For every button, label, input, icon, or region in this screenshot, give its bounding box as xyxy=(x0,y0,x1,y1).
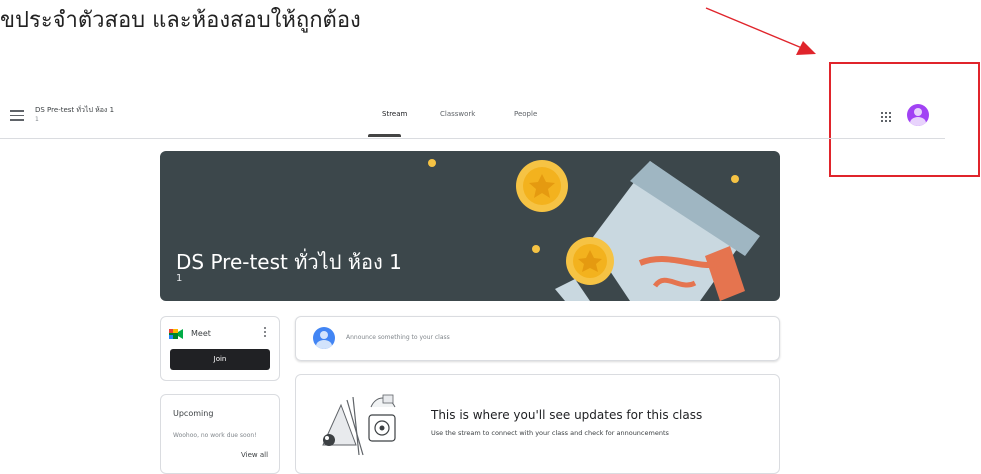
classroom-header: DS Pre-test ทั่วไป ห้อง 1 1 Stream Class… xyxy=(0,96,945,139)
tab-stream[interactable]: Stream xyxy=(382,110,407,118)
active-tab-indicator xyxy=(368,134,401,137)
upcoming-card: Upcoming Woohoo, no work due soon! View … xyxy=(160,394,280,474)
join-button[interactable]: Join xyxy=(170,349,270,370)
more-vert-icon[interactable] xyxy=(263,327,267,339)
hamburger-menu-icon[interactable] xyxy=(10,110,24,122)
google-apps-grid-icon[interactable] xyxy=(881,112,891,122)
tab-classwork[interactable]: Classwork xyxy=(440,110,475,118)
meet-label: Meet xyxy=(191,329,211,338)
class-section: 1 xyxy=(35,116,39,123)
updates-title: This is where you'll see updates for thi… xyxy=(431,408,703,422)
banner-class-title: DS Pre-test ทั่วไป ห้อง 1 xyxy=(176,250,402,274)
instruction-caption: ขประจำตัวสอบ และห้องสอบให้ถูกต้อง xyxy=(0,8,361,33)
stream-illustration xyxy=(322,394,396,456)
meet-card: Meet Join xyxy=(160,316,280,381)
stream-empty-state: This is where you'll see updates for thi… xyxy=(295,374,780,474)
graduation-illustration xyxy=(428,159,760,301)
tab-people[interactable]: People xyxy=(514,110,537,118)
banner-section: 1 xyxy=(176,273,183,284)
updates-subtitle: Use the stream to connect with your clas… xyxy=(431,429,669,437)
announce-placeholder[interactable]: Announce something to your class xyxy=(346,334,450,341)
upcoming-title: Upcoming xyxy=(173,409,214,418)
upcoming-status: Woohoo, no work due soon! xyxy=(173,432,257,439)
user-avatar-icon xyxy=(313,327,335,349)
announce-box[interactable]: Announce something to your class xyxy=(295,316,780,361)
google-meet-icon xyxy=(169,329,183,339)
class-name[interactable]: DS Pre-test ทั่วไป ห้อง 1 xyxy=(35,105,114,116)
view-all-link[interactable]: View all xyxy=(241,451,268,459)
annotation-arrow xyxy=(705,7,816,55)
account-avatar-icon[interactable] xyxy=(907,104,929,126)
class-banner: DS Pre-test ทั่วไป ห้อง 1 1 xyxy=(160,151,780,301)
